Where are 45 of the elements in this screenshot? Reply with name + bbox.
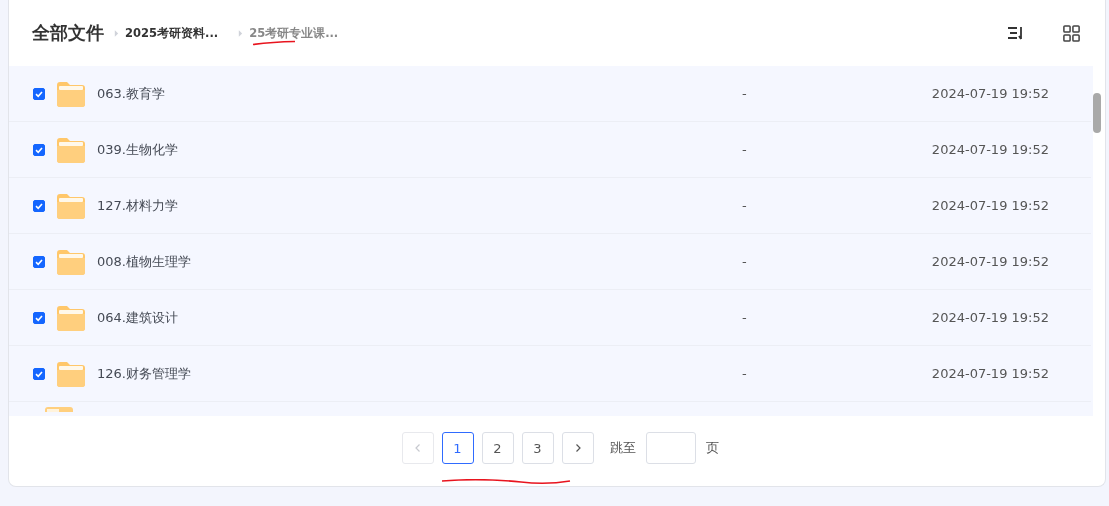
file-name[interactable]: 039.生物化学 (97, 140, 397, 159)
breadcrumb-separator-icon (114, 29, 119, 37)
page-button[interactable]: 1 (441, 432, 474, 464)
scrollbar-thumb[interactable] (1093, 93, 1101, 133)
page-title: 全部文件 (32, 21, 104, 45)
checkbox[interactable] (33, 367, 45, 380)
folder-icon (57, 136, 85, 163)
folder-icon (45, 406, 73, 412)
file-name[interactable]: 126.财务管理学 (97, 364, 397, 383)
modified-date: 2024-07-19 19:52 (931, 254, 1049, 269)
file-size: - (742, 310, 747, 325)
file-name[interactable]: 127.材料力学 (97, 196, 397, 215)
file-size: - (742, 366, 747, 381)
checkbox[interactable] (33, 199, 45, 212)
folder-icon (57, 360, 85, 387)
breadcrumb-link[interactable]: 2025考研资料... (125, 25, 219, 41)
breadcrumb-link[interactable]: 25考研专业课... (249, 25, 339, 41)
grid-view-icon[interactable] (1062, 23, 1081, 43)
file-size: - (742, 142, 747, 157)
annotation-underline (252, 40, 296, 46)
file-size: - (742, 198, 747, 213)
folder-icon (57, 304, 85, 331)
page-unit-label: 页 (705, 439, 719, 457)
file-name[interactable]: 064.建筑设计 (97, 308, 397, 327)
checkbox[interactable] (33, 87, 45, 100)
modified-date: 2024-07-19 19:52 (931, 366, 1049, 381)
file-size: - (742, 86, 747, 101)
folder-icon (57, 192, 85, 219)
modified-date: 2024-07-19 19:52 (931, 310, 1049, 325)
folder-icon (57, 248, 85, 275)
page-button[interactable]: 2 (481, 432, 514, 464)
modified-date: 2024-07-19 19:52 (931, 86, 1049, 101)
folder-icon (57, 80, 85, 107)
file-name[interactable]: 063.教育学 (97, 84, 397, 103)
modified-date: 2024-07-19 19:52 (931, 142, 1049, 157)
checkbox[interactable] (33, 143, 45, 156)
breadcrumb-separator-icon (238, 29, 244, 37)
checkbox[interactable] (33, 255, 45, 268)
checkbox[interactable] (33, 311, 45, 324)
jump-label: 跳至 (609, 439, 636, 457)
file-size: - (742, 254, 747, 269)
modified-date: 2024-07-19 19:52 (931, 198, 1049, 213)
page-button[interactable]: 3 (521, 432, 554, 464)
page-input[interactable] (645, 432, 696, 464)
file-name[interactable]: 008.植物生理学 (97, 252, 397, 271)
